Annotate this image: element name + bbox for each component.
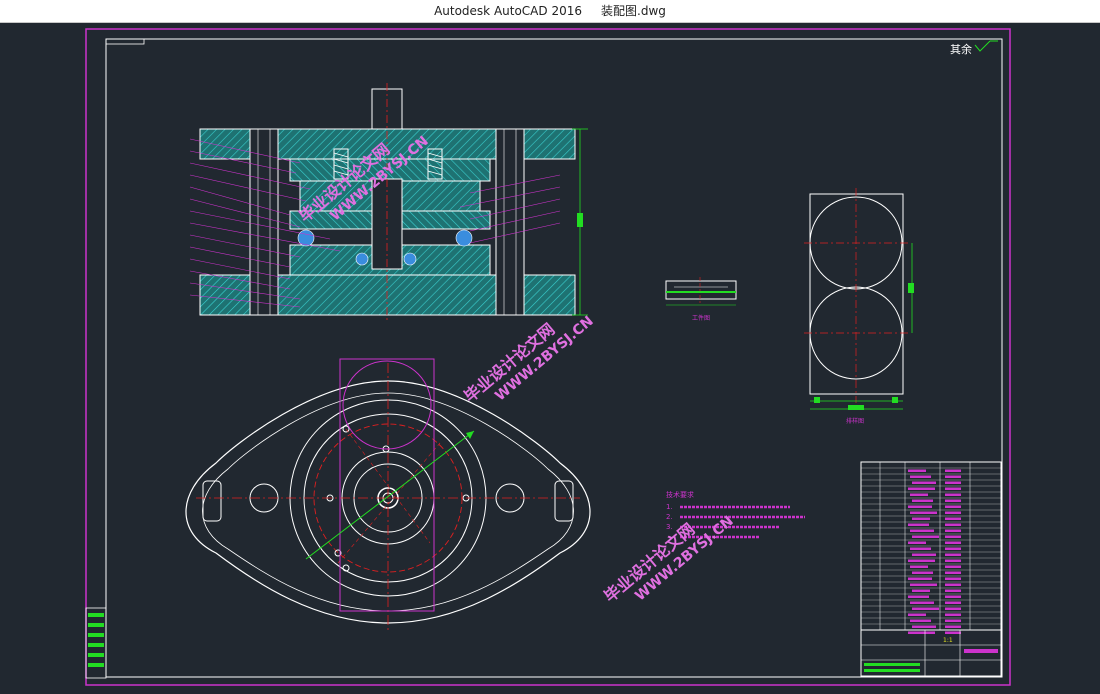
parts-row-material [945, 499, 961, 502]
parts-row-material [945, 487, 961, 490]
parts-row-text [908, 595, 929, 598]
parts-row-material [945, 493, 961, 496]
drawing-svg[interactable]: 其余 工件图 排样图 技术要求 1. 2. 3. 1:1 毕业设计论文网 WWW… [0, 23, 1100, 690]
parts-row-text [910, 493, 928, 496]
scale-label: 1:1 [943, 637, 953, 644]
parts-row-material [945, 469, 961, 472]
parts-row-text [912, 571, 933, 574]
plan-view [185, 358, 591, 633]
workpiece-view: 工件图 [665, 277, 737, 322]
blank-layout-view: 排样图 [804, 188, 914, 425]
parts-row-text [908, 541, 926, 544]
parts-row-text [912, 535, 939, 538]
workpiece-label: 工件图 [692, 314, 710, 322]
parts-row-material [945, 625, 961, 628]
parts-row-text [908, 631, 935, 634]
parts-row-material [945, 505, 961, 508]
tech-line-3: 3. [666, 523, 673, 531]
parts-row-material [945, 631, 961, 634]
blank-layout-label: 排样图 [846, 417, 864, 425]
section-view [189, 83, 588, 323]
parts-row-material [945, 559, 961, 562]
parts-row-material [945, 607, 961, 610]
parts-row-material [945, 613, 961, 616]
parts-row-text [908, 469, 926, 472]
parts-list: 1:1 [860, 461, 1002, 677]
parts-row-text [910, 583, 937, 586]
parts-row-material [945, 523, 961, 526]
parts-row-material [945, 553, 961, 556]
parts-row-material [945, 529, 961, 532]
parts-row-material [945, 481, 961, 484]
parts-row-text [908, 487, 935, 490]
parts-row-material [945, 541, 961, 544]
window-title: Autodesk AutoCAD 2016 装配图.dwg [434, 4, 666, 18]
parts-row-text [910, 547, 931, 550]
parts-row-text [912, 481, 936, 484]
window-titlebar: Autodesk AutoCAD 2016 装配图.dwg [0, 0, 1100, 23]
roughness-symbol-icon [974, 40, 998, 52]
parts-row-text [910, 475, 931, 478]
parts-row-text [912, 607, 939, 610]
parts-row-text [908, 613, 926, 616]
parts-list-rows [861, 467, 1001, 634]
tech-line-1: 1. [666, 503, 673, 511]
tech-line-2: 2. [666, 513, 673, 521]
drawing-canvas[interactable]: 其余 工件图 排样图 技术要求 1. 2. 3. 1:1 毕业设计论文网 WWW… [0, 23, 1100, 690]
revision-table [85, 607, 107, 679]
roughness-note: 其余 [950, 42, 972, 56]
parts-row-text [910, 619, 931, 622]
parts-row-text [908, 559, 935, 562]
parts-row-text [912, 499, 933, 502]
watermark-2: 毕业设计论文网 WWW.2BYSJ.CN [460, 313, 596, 406]
parts-row-text [910, 529, 934, 532]
parts-row-text [910, 511, 937, 514]
tech-heading: 技术要求 [666, 490, 694, 499]
parts-row-material [945, 619, 961, 622]
parts-row-material [945, 601, 961, 604]
parts-row-material [945, 595, 961, 598]
parts-row-text [912, 589, 930, 592]
parts-row-text [910, 565, 928, 568]
parts-row-material [945, 565, 961, 568]
parts-row-text [910, 601, 934, 604]
parts-row-material [945, 577, 961, 580]
parts-row-material [945, 571, 961, 574]
parts-row-material [945, 583, 961, 586]
parts-row-text [908, 523, 929, 526]
parts-row-text [912, 553, 936, 556]
parts-row-material [945, 535, 961, 538]
parts-row-text [912, 517, 930, 520]
parts-row-material [945, 589, 961, 592]
parts-row-material [945, 517, 961, 520]
parts-row-text [908, 577, 932, 580]
parts-row-material [945, 475, 961, 478]
parts-row-text [908, 505, 932, 508]
parts-row-material [945, 511, 961, 514]
parts-row-text [912, 625, 936, 628]
code-box [105, 38, 145, 45]
parts-row-material [945, 547, 961, 550]
